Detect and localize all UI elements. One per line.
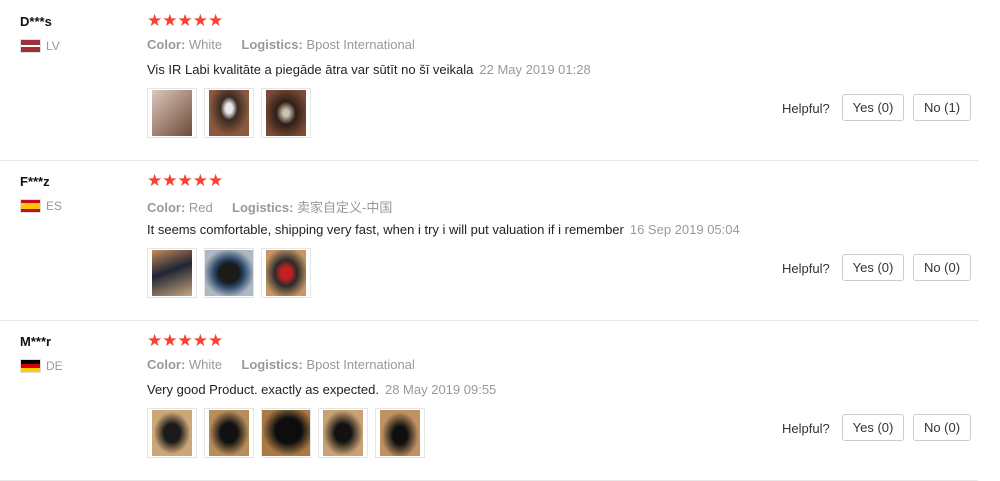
review-body: Vis IR Labi kvalitāte a piegāde ātra var… [147,62,474,77]
country-code: DE [46,359,63,373]
review-body: It seems comfortable, shipping very fast… [147,222,624,237]
logistics-key: Logistics: [241,37,303,52]
order-attributes: Color: White Logistics: Bpost Internatio… [147,357,415,372]
review-item: F***z ES ★★★★★ Color: Red Logistics: 卖家自… [0,160,978,321]
logistics-value: Bpost International [306,37,415,52]
reviewer-name: M***r [20,334,52,349]
review-date: 22 May 2019 01:28 [479,62,591,77]
review-photo-thumbnail[interactable] [375,408,425,458]
star-rating: ★★★★★ [147,11,224,30]
color-value: White [188,37,223,52]
review-item: D***s LV ★★★★★ Color: White Logistics: B… [0,0,978,161]
reviewer-country: LV [20,39,60,53]
review-photo-thumbnail[interactable] [261,88,311,138]
review-text: Very good Product. exactly as expected. 2… [147,382,496,397]
logistics-key: Logistics: [241,357,303,372]
logistics-value: 卖家自定义-中国 [297,200,393,215]
reviewer-name: F***z [20,174,50,189]
country-code: LV [46,39,60,53]
helpful-label: Helpful? [782,101,830,116]
reviewer-country: DE [20,359,63,373]
review-photo-thumbnail[interactable] [261,408,311,458]
review-photo-thumbnail[interactable] [147,88,197,138]
color-key: Color: [147,357,186,372]
color-value: White [188,357,223,372]
helpful-yes-button[interactable]: Yes (0) [842,254,904,281]
helpful-yes-button[interactable]: Yes (0) [842,414,904,441]
color-key: Color: [147,200,186,215]
review-date: 16 Sep 2019 05:04 [629,222,740,237]
order-attributes: Color: Red Logistics: 卖家自定义-中国 [147,197,392,216]
helpful-no-button[interactable]: No (0) [913,254,971,281]
germany-flag-icon [20,359,41,373]
order-attributes: Color: White Logistics: Bpost Internatio… [147,37,415,52]
reviewer-name: D***s [20,14,52,29]
review-body: Very good Product. exactly as expected. [147,382,379,397]
star-rating: ★★★★★ [147,331,224,350]
helpful-no-button[interactable]: No (1) [913,94,971,121]
review-photo-thumbnail[interactable] [318,408,368,458]
review-photos [147,88,311,138]
review-photo-thumbnail[interactable] [204,408,254,458]
review-text: Vis IR Labi kvalitāte a piegāde ātra var… [147,62,591,77]
review-photo-thumbnail[interactable] [204,88,254,138]
helpful-label: Helpful? [782,261,830,276]
helpful-yes-button[interactable]: Yes (0) [842,94,904,121]
color-value: Red [188,200,213,215]
color-key: Color: [147,37,186,52]
country-code: ES [46,199,63,213]
review-photos [147,248,311,298]
review-photo-thumbnail[interactable] [204,248,254,298]
spain-flag-icon [20,199,41,213]
review-date: 28 May 2019 09:55 [384,382,497,397]
review-photo-thumbnail[interactable] [147,408,197,458]
review-text: It seems comfortable, shipping very fast… [147,222,740,237]
star-rating: ★★★★★ [147,171,224,190]
logistics-value: Bpost International [306,357,415,372]
logistics-key: Logistics: [232,200,294,215]
latvia-flag-icon [20,39,41,53]
review-photo-thumbnail[interactable] [147,248,197,298]
helpful-label: Helpful? [782,421,830,436]
review-photos [147,408,425,458]
reviewer-country: ES [20,199,62,213]
helpful-no-button[interactable]: No (0) [913,414,971,441]
review-photo-thumbnail[interactable] [261,248,311,298]
review-item: M***r DE ★★★★★ Color: White Logistics: B… [0,320,978,481]
